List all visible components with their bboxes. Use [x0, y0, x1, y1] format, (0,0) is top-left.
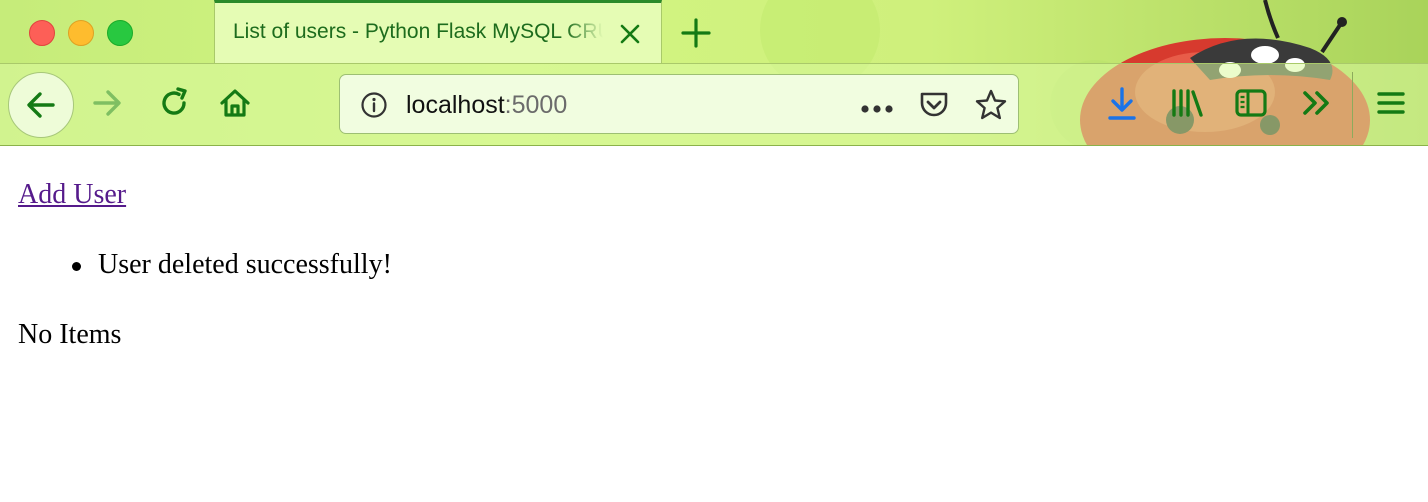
sidebar-button[interactable] — [1234, 86, 1268, 120]
arrow-right-icon — [93, 90, 121, 116]
flash-messages: User deleted successfully! — [0, 249, 392, 281]
chevrons-right-icon — [1303, 91, 1329, 115]
more-icon[interactable] — [860, 101, 894, 119]
flash-message-text: User deleted successfully! — [98, 249, 392, 280]
download-icon — [1108, 87, 1136, 120]
bullet — [72, 262, 81, 271]
reload-button[interactable] — [157, 86, 191, 120]
pocket-icon[interactable] — [918, 90, 950, 125]
tab-title: List of users - Python Flask MySQL CRUD — [233, 20, 603, 43]
empty-state-text: No Items — [18, 319, 122, 350]
forward-button[interactable] — [90, 85, 126, 121]
url-host: localhost — [406, 91, 505, 119]
star-icon[interactable] — [974, 88, 1008, 127]
home-button[interactable] — [218, 86, 252, 120]
info-icon[interactable] — [360, 91, 388, 124]
add-user-link[interactable]: Add User — [18, 179, 126, 211]
downloads-button[interactable] — [1106, 86, 1138, 122]
plus-icon — [681, 18, 711, 48]
menu-button[interactable] — [1376, 86, 1406, 120]
close-icon[interactable] — [617, 21, 643, 47]
url-bar[interactable]: localhost:5000 — [339, 74, 1019, 134]
sidebar-icon — [1235, 89, 1267, 117]
tab-bar: List of users - Python Flask MySQL CRUD — [0, 0, 1428, 64]
new-tab-button[interactable] — [680, 17, 712, 49]
library-icon — [1172, 89, 1203, 117]
url-port: :5000 — [504, 91, 568, 119]
back-button[interactable] — [8, 72, 74, 138]
browser-chrome: List of users - Python Flask MySQL CRUD … — [0, 0, 1428, 146]
toolbar-separator — [1352, 72, 1353, 138]
library-button[interactable] — [1170, 86, 1204, 120]
page-content: Add User User deleted successfully! No I… — [0, 146, 1428, 502]
flash-message: User deleted successfully! — [0, 249, 392, 281]
overflow-button[interactable] — [1300, 86, 1334, 120]
tab-active[interactable]: List of users - Python Flask MySQL CRUD — [214, 0, 662, 63]
url-text[interactable]: localhost:5000 — [406, 91, 567, 120]
reload-icon — [162, 87, 187, 115]
minimize-window-button[interactable] — [68, 20, 94, 46]
navigation-toolbar: localhost:5000 — [0, 63, 1428, 146]
arrow-left-icon — [27, 92, 55, 118]
hamburger-menu-icon — [1377, 92, 1405, 114]
home-icon — [220, 89, 250, 117]
close-window-button[interactable] — [29, 20, 55, 46]
zoom-window-button[interactable] — [107, 20, 133, 46]
